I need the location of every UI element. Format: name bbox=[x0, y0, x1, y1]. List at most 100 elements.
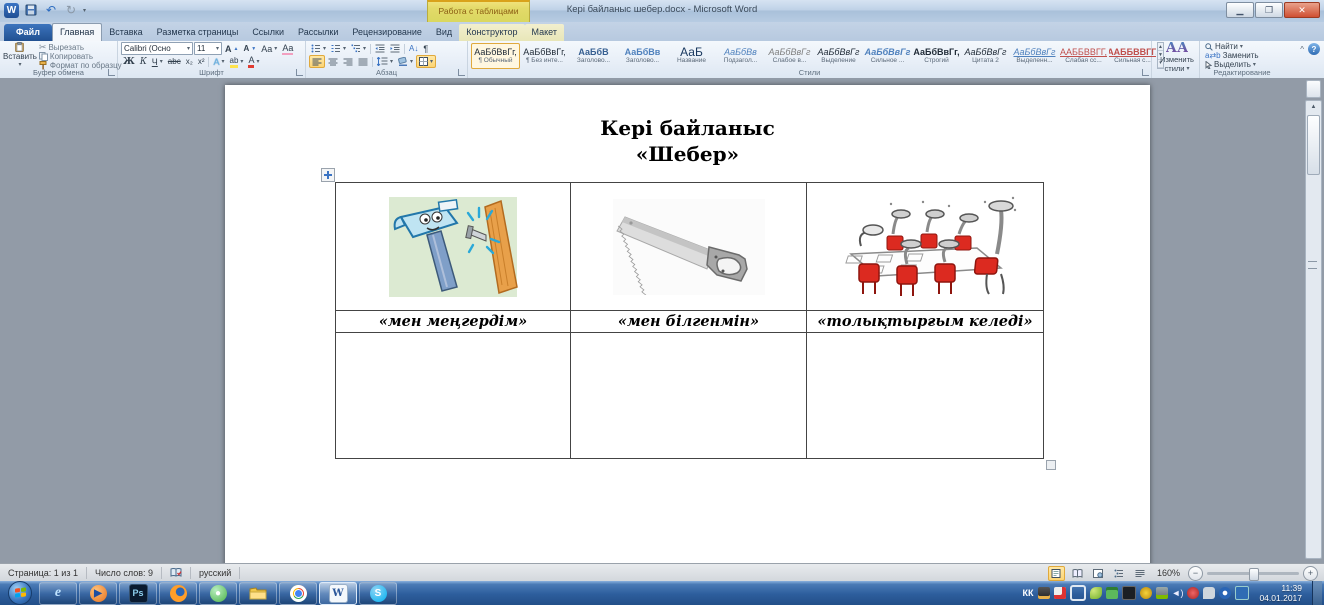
table-caption-3[interactable]: «толықтырғым келеді» bbox=[807, 311, 1044, 333]
style-normal[interactable]: АаБбВвГг, ¶ Обычный bbox=[471, 42, 520, 69]
strikethrough-button[interactable]: abc bbox=[166, 56, 183, 68]
tray-update-icon[interactable] bbox=[1187, 587, 1200, 599]
style-heading2[interactable]: АаБбВв Заголово... bbox=[618, 43, 667, 69]
show-marks-button[interactable]: ¶ bbox=[421, 43, 430, 55]
view-fullscreen-reading-button[interactable] bbox=[1069, 566, 1086, 581]
spellcheck-indicator[interactable] bbox=[162, 567, 191, 579]
table-caption-1[interactable]: «мен меңгердім» bbox=[336, 311, 571, 333]
shading-button[interactable]: ▾ bbox=[396, 56, 415, 68]
table-caption-2[interactable]: «мен білгенмін» bbox=[571, 311, 807, 333]
view-web-layout-button[interactable] bbox=[1090, 566, 1107, 581]
clear-formatting-button[interactable]: Аа bbox=[280, 43, 295, 55]
document-page[interactable]: Кері байланыс «Шебер» «мен меңгердім» «м… bbox=[225, 85, 1150, 563]
sort-button[interactable]: А↓ bbox=[407, 43, 420, 55]
find-button[interactable]: Найти ▾ bbox=[1203, 42, 1281, 51]
tray-leaf-icon[interactable] bbox=[1089, 587, 1102, 599]
tray-chart-icon[interactable] bbox=[1037, 587, 1050, 599]
tab-table-layout[interactable]: Макет bbox=[524, 24, 565, 41]
increase-indent-button[interactable] bbox=[388, 43, 402, 55]
table-cell-nails-meeting[interactable] bbox=[807, 183, 1044, 311]
borders-button[interactable]: ▾ bbox=[416, 55, 437, 68]
style-subtitle[interactable]: АаБбВв Подзагол... bbox=[716, 43, 765, 69]
tray-calendar-icon[interactable] bbox=[1105, 587, 1118, 599]
table-resize-handle[interactable] bbox=[1046, 460, 1056, 470]
tab-insert[interactable]: Вставка bbox=[102, 24, 149, 41]
style-heading1[interactable]: АаБбВ Заголово... bbox=[569, 43, 618, 69]
multilevel-list-button[interactable]: ▾ bbox=[349, 43, 368, 55]
tray-battery-icon[interactable] bbox=[1155, 587, 1168, 599]
grow-font-button[interactable]: А ▲ bbox=[223, 43, 240, 55]
show-desktop-button[interactable] bbox=[1312, 581, 1322, 605]
replace-button[interactable]: a⇄b Заменить bbox=[1203, 51, 1281, 60]
tray-language-indicator[interactable]: КК bbox=[1023, 588, 1034, 598]
table-empty-cell-1[interactable] bbox=[336, 333, 571, 459]
ruler-toggle-icon[interactable] bbox=[1306, 80, 1321, 98]
zoom-slider[interactable] bbox=[1207, 567, 1299, 581]
style-intense-emphasis[interactable]: АаБбВвГг Сильное ... bbox=[863, 43, 912, 69]
view-print-layout-button[interactable] bbox=[1047, 565, 1065, 581]
styles-dialog-launcher-icon[interactable] bbox=[1142, 69, 1149, 76]
scroll-up-icon[interactable]: ▲ bbox=[1306, 101, 1321, 113]
tab-review[interactable]: Рецензирование bbox=[345, 24, 429, 41]
underline-button[interactable]: Ч ▾ bbox=[150, 56, 165, 68]
align-right-button[interactable] bbox=[341, 56, 355, 68]
zoom-in-button[interactable]: + bbox=[1303, 565, 1318, 581]
table-empty-cell-2[interactable] bbox=[571, 333, 807, 459]
taskbar-media-player[interactable]: ▶ bbox=[79, 581, 117, 605]
tab-page-layout[interactable]: Разметка страницы bbox=[150, 24, 246, 41]
style-subtle-reference[interactable]: ААББВВГГ, Слабая сс... bbox=[1059, 43, 1108, 69]
tray-display-icon[interactable] bbox=[1121, 586, 1136, 600]
taskbar-firefox[interactable] bbox=[159, 581, 197, 605]
shrink-font-button[interactable]: А ▼ bbox=[241, 43, 258, 55]
change-case-button[interactable]: Аа ▾ bbox=[259, 43, 279, 55]
volume-icon[interactable]: ◄) bbox=[1172, 588, 1184, 598]
tab-mailings[interactable]: Рассылки bbox=[291, 24, 345, 41]
superscript-button[interactable]: x² bbox=[196, 56, 207, 68]
style-intense-quote[interactable]: АаБбВвГг Выделенн... bbox=[1010, 43, 1059, 69]
font-size-combo[interactable]: 11 ▾ bbox=[194, 42, 222, 55]
tray-antivirus-icon[interactable] bbox=[1139, 587, 1152, 599]
font-name-combo[interactable]: Calibri (Осно ▾ bbox=[121, 42, 193, 55]
minimize-button[interactable]: ▁ bbox=[1226, 2, 1254, 18]
style-strong[interactable]: АаБбВвГг, Строгий bbox=[912, 43, 961, 69]
taskbar-messenger[interactable]: ● bbox=[199, 581, 237, 605]
taskbar-word[interactable]: W bbox=[319, 581, 357, 605]
start-button[interactable] bbox=[8, 581, 32, 605]
paste-button[interactable]: Вставить ▾ bbox=[3, 42, 37, 68]
style-no-spacing[interactable]: АаБбВвГг, ¶ Без инте... bbox=[520, 43, 569, 69]
clock[interactable]: 11:39 04.01.2017 bbox=[1253, 583, 1308, 603]
change-styles-button[interactable]: АА Изменить стили ▾ bbox=[1155, 41, 1199, 73]
bullets-button[interactable]: ▾ bbox=[309, 43, 328, 55]
taskbar-skype[interactable]: S bbox=[359, 581, 397, 605]
text-effects-button[interactable]: А ▾ bbox=[211, 56, 226, 68]
highlight-color-button[interactable]: ab ▾ bbox=[228, 56, 246, 68]
font-dialog-launcher-icon[interactable] bbox=[296, 69, 303, 76]
paragraph-dialog-launcher-icon[interactable] bbox=[458, 69, 465, 76]
bold-button[interactable]: Ж bbox=[121, 56, 137, 68]
taskbar-explorer[interactable] bbox=[239, 581, 277, 605]
zoom-level[interactable]: 160% bbox=[1157, 568, 1180, 578]
cut-button[interactable]: ✂ Вырезать bbox=[37, 42, 124, 52]
clipboard-dialog-launcher-icon[interactable] bbox=[108, 69, 115, 76]
zoom-out-button[interactable]: − bbox=[1188, 565, 1203, 581]
decrease-indent-button[interactable] bbox=[373, 43, 387, 55]
style-emphasis[interactable]: АаБбВвГг Выделение bbox=[814, 43, 863, 69]
tray-teamviewer-icon[interactable] bbox=[1219, 587, 1232, 599]
line-spacing-button[interactable]: ▾ bbox=[375, 56, 395, 68]
italic-button[interactable]: К bbox=[138, 56, 149, 68]
table-cell-hammer[interactable] bbox=[336, 183, 571, 311]
help-icon[interactable]: ? bbox=[1308, 43, 1320, 55]
language-indicator[interactable]: русский bbox=[191, 567, 241, 579]
tray-chat-icon[interactable] bbox=[1203, 587, 1216, 599]
view-outline-button[interactable] bbox=[1111, 566, 1128, 581]
word-count[interactable]: Число слов: 9 bbox=[87, 567, 162, 579]
close-button[interactable]: ✕ bbox=[1284, 2, 1320, 18]
align-center-button[interactable] bbox=[326, 56, 340, 68]
table-cell-saw[interactable] bbox=[571, 183, 807, 311]
restore-button[interactable]: ❐ bbox=[1255, 2, 1283, 18]
style-intense-reference[interactable]: ААББВВГГ, Сильная с... bbox=[1108, 43, 1157, 69]
tray-sync-icon[interactable] bbox=[1069, 585, 1086, 601]
vertical-scrollbar[interactable]: ▲ bbox=[1305, 100, 1322, 559]
copy-button[interactable]: Копировать bbox=[37, 52, 124, 61]
page-indicator[interactable]: Страница: 1 из 1 bbox=[0, 567, 87, 579]
